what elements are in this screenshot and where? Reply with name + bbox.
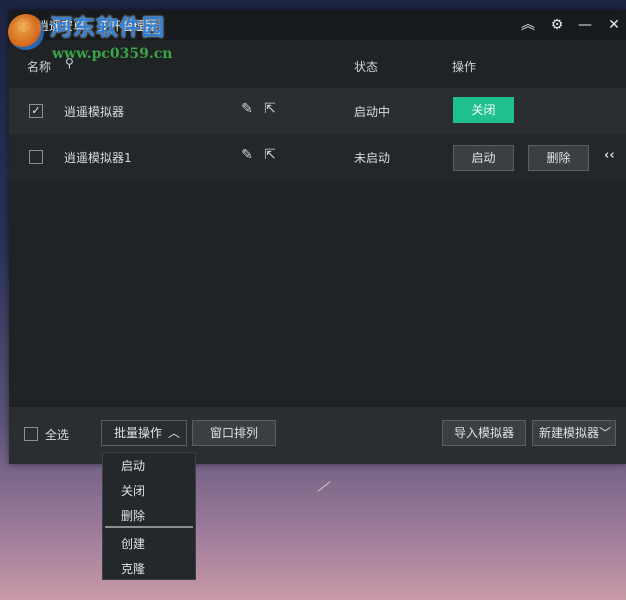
title-bar[interactable]: ★ 逍遥安卓 - 多开管理器 ︽ ⚙ — ✕ <box>9 10 626 40</box>
open-external-icon[interactable]: ⇱ <box>261 146 279 164</box>
new-emulator-dropdown[interactable]: 新建模拟器 ﹀ <box>532 420 616 446</box>
edit-icon[interactable]: ✎ <box>238 100 256 118</box>
menu-item-close[interactable]: 关闭 <box>121 482 145 499</box>
background-star-streak <box>317 481 331 492</box>
window-title: 逍遥安卓 - 多开管理器 <box>37 19 157 33</box>
table-row: 逍遥模拟器1 ✎ ⇱ 未启动 启动 删除 ‹‹ <box>9 134 626 180</box>
emulator-name: 逍遥模拟器1 <box>64 151 132 165</box>
edit-icon[interactable]: ✎ <box>238 146 256 164</box>
open-external-icon[interactable]: ⇱ <box>261 100 279 118</box>
header-actions: 操作 <box>452 60 477 74</box>
batch-operation-menu: 启动 关闭 删除 创建 克隆 <box>102 452 196 580</box>
menu-item-clone[interactable]: 克隆 <box>121 560 145 577</box>
select-all-checkbox[interactable] <box>24 427 38 441</box>
expand-panel-icon[interactable]: ‹‹ <box>604 148 615 163</box>
menu-divider <box>105 526 193 528</box>
minimize-icon[interactable]: — <box>571 10 599 40</box>
close-emulator-button[interactable]: 关闭 <box>453 97 514 123</box>
emulator-status: 未启动 <box>354 151 391 165</box>
collapse-up-icon[interactable]: ︽ <box>514 10 542 40</box>
row-checkbox[interactable] <box>29 150 43 164</box>
table-header: 名称 ⚲ 状态 操作 <box>9 40 626 90</box>
menu-item-start[interactable]: 启动 <box>121 457 145 474</box>
import-emulator-button[interactable]: 导入模拟器 <box>442 420 526 446</box>
start-emulator-button[interactable]: 启动 <box>453 145 514 171</box>
select-all-label: 全选 <box>45 428 70 442</box>
delete-emulator-button[interactable]: 删除 <box>528 145 589 171</box>
multi-instance-manager-window: ★ 逍遥安卓 - 多开管理器 ︽ ⚙ — ✕ 名称 ⚲ 状态 操作 ✓ 逍遥模拟… <box>9 10 626 464</box>
row-checkbox[interactable]: ✓ <box>29 104 43 118</box>
gear-icon[interactable]: ⚙ <box>543 10 571 40</box>
window-arrange-button[interactable]: 窗口排列 <box>192 420 276 446</box>
table-row: ✓ 逍遥模拟器 ✎ ⇱ 启动中 关闭 <box>9 88 626 134</box>
chevron-down-icon: ﹀ <box>598 426 611 440</box>
chevron-up-icon: ︿ <box>167 426 180 440</box>
emulator-status: 启动中 <box>354 105 391 119</box>
emulator-name: 逍遥模拟器 <box>64 105 125 119</box>
search-icon[interactable]: ⚲ <box>65 56 74 70</box>
list-empty-area <box>9 180 626 407</box>
header-status: 状态 <box>354 60 379 74</box>
menu-item-delete[interactable]: 删除 <box>121 507 145 524</box>
new-emulator-label: 新建模拟器 <box>539 426 600 440</box>
menu-item-create[interactable]: 创建 <box>121 535 145 552</box>
app-logo-icon: ★ <box>17 18 31 32</box>
close-icon[interactable]: ✕ <box>600 10 626 40</box>
batch-operation-dropdown[interactable]: 批量操作 ︿ <box>101 420 187 446</box>
batch-operation-label: 批量操作 <box>114 426 163 440</box>
header-name: 名称 <box>27 60 52 74</box>
